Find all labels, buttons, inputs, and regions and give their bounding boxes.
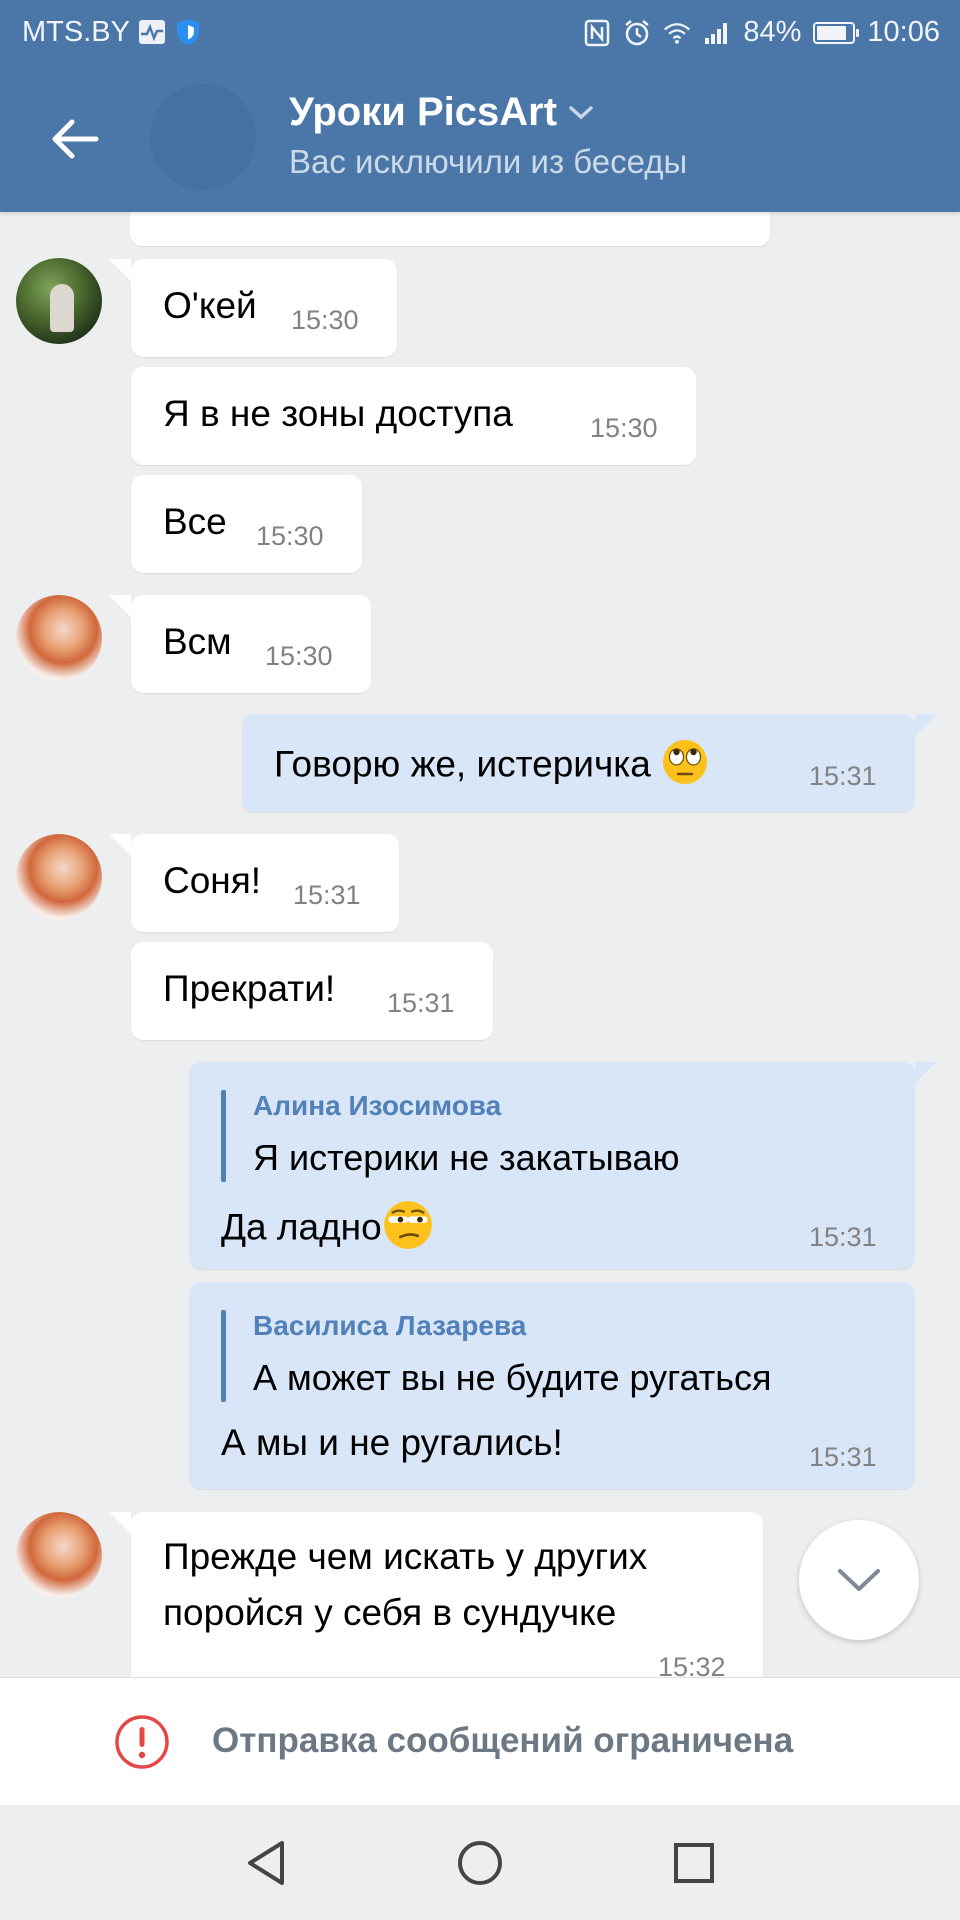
chevron-down-icon xyxy=(838,1569,880,1591)
message-bubble[interactable]: Соня! 15:31 xyxy=(109,834,399,932)
reply-bar xyxy=(221,1310,226,1402)
message-time: 15:31 xyxy=(293,880,361,910)
message-time: 15:31 xyxy=(809,1222,877,1252)
message-bubble-partial xyxy=(130,212,770,246)
bubble-tail xyxy=(915,714,937,736)
chat-avatar[interactable] xyxy=(150,84,256,190)
message-time: 15:30 xyxy=(291,305,359,335)
message-bubble[interactable]: Прекрати! 15:31 xyxy=(131,942,493,1040)
home-circle-icon xyxy=(458,1841,502,1885)
reply-text: Я истерики не закатываю xyxy=(253,1137,680,1178)
unamused-face-icon xyxy=(382,1199,434,1260)
chevron-down-icon xyxy=(569,105,593,119)
reply-author[interactable]: Алина Изосимова xyxy=(253,1090,501,1122)
avatar[interactable] xyxy=(16,834,102,920)
message-bubble-outgoing[interactable]: Василиса Лазарева А может вы не будите р… xyxy=(189,1282,915,1489)
status-bar: MTS.BY 84% 10:06 xyxy=(0,0,960,66)
message-time: 15:30 xyxy=(265,641,333,671)
recents-square-icon xyxy=(674,1843,714,1883)
nav-home-button[interactable] xyxy=(450,1833,510,1893)
battery-icon xyxy=(813,21,860,44)
nav-recents-button[interactable] xyxy=(664,1833,724,1893)
signal-icon xyxy=(703,19,731,47)
top-bar: MTS.BY 84% 10:06 Уроки PicsArt Вас исклю… xyxy=(0,0,960,212)
bubble-tail xyxy=(109,1512,131,1534)
message-bubble-outgoing[interactable]: Говорю же, истеричка 15:31 xyxy=(242,714,937,812)
message-bubble[interactable]: Я в не зоны доступа 15:30 xyxy=(131,367,696,465)
reply-text: А может вы не будите ругаться xyxy=(253,1357,772,1398)
message-text-content: Да ладно xyxy=(221,1206,382,1248)
message-time: 15:31 xyxy=(809,761,877,791)
message-text: Все xyxy=(163,501,227,542)
message-text: Всм xyxy=(163,621,232,662)
bubble-tail xyxy=(915,1062,937,1084)
avatar[interactable] xyxy=(16,1512,102,1598)
message-text: Да ладно xyxy=(221,1199,434,1260)
message-bubble[interactable]: Все 15:30 xyxy=(131,475,362,573)
message-text: А мы и не ругались! xyxy=(221,1422,563,1463)
bubble-tail xyxy=(109,259,131,281)
status-right-icons: 84% 10:06 xyxy=(583,16,940,49)
clock: 10:06 xyxy=(867,16,940,48)
message-bubble[interactable]: Всм 15:30 xyxy=(109,595,371,693)
reply-author[interactable]: Василиса Лазарева xyxy=(253,1310,526,1342)
scroll-down-button[interactable] xyxy=(799,1520,919,1640)
warning-circle-icon xyxy=(115,1715,169,1769)
restriction-bar: Отправка сообщений ограничена xyxy=(0,1677,960,1805)
message-text-content: Говорю же, истеричка xyxy=(274,743,651,785)
message-text: Прекрати! xyxy=(163,968,336,1009)
battery-level xyxy=(817,25,847,40)
message-text: Говорю же, истеричка xyxy=(274,738,709,795)
shield-icon xyxy=(174,18,202,46)
message-time: 15:31 xyxy=(809,1442,877,1472)
nfc-icon xyxy=(583,19,611,47)
face-with-rolling-eyes-icon xyxy=(661,738,709,795)
message-text-line: поройся у себя в сундучке xyxy=(163,1592,617,1633)
chat-subtitle: Вас исключили из беседы xyxy=(289,143,688,180)
nav-back-button[interactable] xyxy=(236,1833,296,1893)
carrier-name: MTS.BY xyxy=(22,16,130,48)
alarm-icon xyxy=(623,19,651,47)
message-time: 15:31 xyxy=(387,988,455,1018)
restriction-text: Отправка сообщений ограничена xyxy=(212,1721,794,1760)
status-left-icons xyxy=(138,18,202,46)
wifi-icon xyxy=(663,19,691,47)
chat-title-button[interactable]: Уроки PicsArt xyxy=(289,90,595,135)
reply-bar xyxy=(221,1090,226,1182)
battery-percent: 84% xyxy=(743,16,802,48)
message-text: Соня! xyxy=(163,860,262,901)
navigation-bar xyxy=(0,1805,960,1920)
chat-title: Уроки PicsArt xyxy=(289,90,558,134)
message-text-line: Прежде чем искать у других xyxy=(163,1536,648,1577)
message-time: 15:30 xyxy=(256,521,324,551)
avatar[interactable] xyxy=(16,595,102,681)
bubble-tail xyxy=(109,595,131,617)
message-bubble[interactable]: Прежде чем искать у других поройся у себ… xyxy=(109,1512,763,1677)
message-bubble[interactable]: О'кей 15:30 xyxy=(109,259,397,357)
avatar[interactable] xyxy=(16,258,102,344)
back-triangle-icon xyxy=(248,1841,284,1885)
bubble-tail xyxy=(109,834,131,856)
message-time: 15:30 xyxy=(590,413,658,443)
pulse-icon xyxy=(138,18,166,46)
back-button[interactable] xyxy=(40,108,110,170)
message-time: 15:32 xyxy=(658,1652,726,1677)
message-bubble-outgoing[interactable]: Алина Изосимова Я истерики не закатываю … xyxy=(189,1062,937,1269)
arrow-left-icon xyxy=(52,119,99,159)
message-list[interactable]: О'кей 15:30 Я в не зоны доступа 15:30 Вс… xyxy=(0,212,960,1677)
message-text: О'кей xyxy=(163,285,257,326)
message-text: Я в не зоны доступа xyxy=(163,393,513,434)
